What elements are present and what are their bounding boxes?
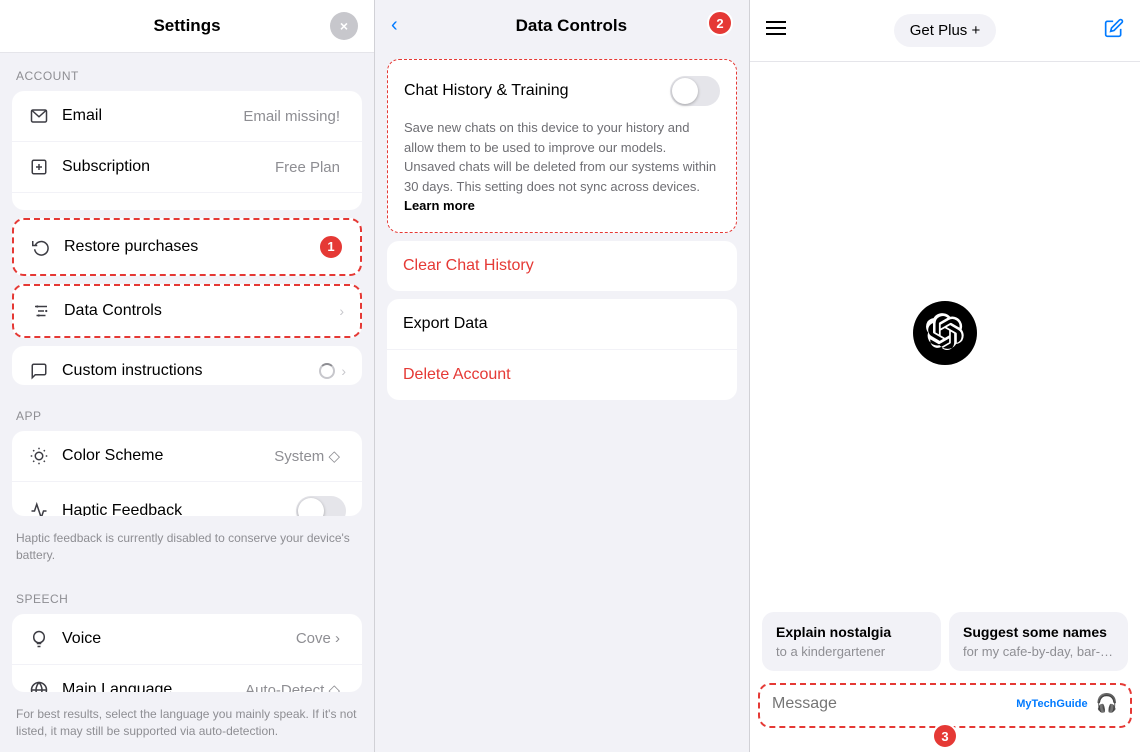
restore-label: Restore purchases (64, 238, 310, 256)
suggestion-1[interactable]: Explain nostalgia to a kindergartener (762, 612, 941, 671)
voice-item[interactable]: Voice Cove › (12, 614, 362, 665)
upgrade-item[interactable]: Upgrade to ChatGPT Plus (12, 193, 362, 210)
email-value: Email missing! (243, 108, 340, 125)
data-controls-label: Data Controls (64, 302, 339, 320)
haptic-icon (28, 500, 50, 516)
badge-3: 3 (932, 723, 958, 749)
chat-history-toggle[interactable] (670, 76, 720, 106)
language-label: Main Language (62, 681, 245, 693)
headphone-icon: 🎧 (1096, 693, 1118, 714)
email-item[interactable]: Email Email missing! (12, 91, 362, 142)
custom-instructions-item[interactable]: Custom instructions › (12, 346, 362, 385)
badge-2: 2 (707, 10, 733, 36)
chat-main (750, 62, 1140, 604)
speech-section-label: SPEECH (0, 576, 374, 614)
clear-chat-button[interactable]: Clear Chat History (387, 241, 737, 291)
account-group: Email Email missing! Subscription Free P… (12, 91, 362, 210)
app-section-label: APP (0, 393, 374, 431)
custom-instructions-icon (28, 360, 50, 382)
chat-history-label: Chat History & Training (404, 82, 569, 100)
custom-instructions-label: Custom instructions (62, 362, 319, 380)
email-label: Email (62, 107, 243, 125)
upgrade-icon (28, 207, 50, 210)
email-icon (28, 105, 50, 127)
color-scheme-item[interactable]: Color Scheme System ◇ (12, 431, 362, 482)
chat-history-section: Chat History & Training Save new chats o… (387, 59, 737, 233)
chat-input-row: MyTechGuide 🎧 (758, 683, 1132, 728)
chat-history-row: Chat History & Training (404, 76, 720, 106)
data-controls-panel: ‹ Data Controls 2 Chat History & Trainin… (375, 0, 750, 752)
watermark: MyTechGuide (1016, 698, 1087, 710)
haptic-toggle[interactable] (296, 496, 346, 516)
chat-input[interactable] (772, 695, 1016, 713)
export-delete-section: Export Data Delete Account (387, 299, 737, 400)
language-value: Auto-Detect ◇ (245, 681, 340, 693)
settings-panel: Settings × ACCOUNT Email Email missing! … (0, 0, 375, 752)
data-controls-chevron: › (339, 303, 344, 319)
haptic-label: Haptic Feedback (62, 502, 296, 516)
badge-1: 1 (318, 234, 344, 260)
chat-panel: Get Plus + Explain nostalgia to a kinder… (750, 0, 1140, 752)
hamburger-icon[interactable] (766, 20, 786, 41)
custom-instructions-group: Custom instructions › (12, 346, 362, 385)
suggestion-2[interactable]: Suggest some names for my cafe-by-day, b… (949, 612, 1128, 671)
clear-chat-section: Clear Chat History (387, 241, 737, 291)
chat-header: Get Plus + (750, 0, 1140, 62)
chatgpt-logo (913, 301, 977, 365)
settings-header: Settings × (0, 0, 374, 53)
settings-title: Settings (153, 16, 220, 36)
restore-icon (30, 236, 52, 258)
back-button[interactable]: ‹ (391, 14, 398, 37)
language-note: For best results, select the language yo… (0, 700, 374, 752)
account-section-label: ACCOUNT (0, 53, 374, 91)
language-icon (28, 679, 50, 693)
loading-spinner (319, 363, 335, 379)
restore-purchases-item[interactable]: Restore purchases 1 (14, 220, 360, 274)
haptic-note: Haptic feedback is currently disabled to… (0, 524, 374, 576)
export-data-button[interactable]: Export Data (387, 299, 737, 350)
data-controls-header: ‹ Data Controls 2 (375, 0, 749, 51)
suggestion-2-title: Suggest some names (963, 624, 1114, 640)
chat-history-toggle-thumb (672, 78, 698, 104)
color-scheme-label: Color Scheme (62, 447, 274, 465)
voice-value: Cove › (296, 630, 340, 647)
subscription-icon (28, 156, 50, 178)
suggestion-2-sub: for my cafe-by-day, bar-by-ni... (963, 644, 1114, 659)
voice-label: Voice (62, 630, 296, 648)
data-controls-icon (30, 300, 52, 322)
get-plus-button[interactable]: Get Plus + (894, 14, 996, 47)
subscription-label: Subscription (62, 158, 275, 176)
data-controls-title: Data Controls (410, 16, 733, 36)
speech-group: Voice Cove › Main Language Auto-Detect ◇ (12, 614, 362, 693)
upgrade-label: Upgrade to ChatGPT Plus (62, 209, 346, 210)
delete-account-button[interactable]: Delete Account (387, 350, 737, 400)
haptic-toggle-thumb (298, 498, 324, 516)
suggestion-1-sub: to a kindergartener (776, 644, 927, 659)
chat-suggestions: Explain nostalgia to a kindergartener Su… (750, 604, 1140, 679)
main-language-item[interactable]: Main Language Auto-Detect ◇ (12, 665, 362, 693)
subscription-item[interactable]: Subscription Free Plan (12, 142, 362, 193)
voice-icon (28, 628, 50, 650)
close-button[interactable]: × (330, 12, 358, 40)
app-group: Color Scheme System ◇ Haptic Feedback (12, 431, 362, 516)
chat-history-description: Save new chats on this device to your hi… (404, 118, 720, 216)
color-scheme-icon (28, 445, 50, 467)
edit-icon[interactable] (1104, 18, 1124, 43)
learn-more-link[interactable]: Learn more (404, 198, 475, 213)
color-scheme-value: System ◇ (274, 447, 340, 465)
data-controls-item[interactable]: Data Controls › (14, 286, 360, 336)
suggestion-1-title: Explain nostalgia (776, 624, 927, 640)
subscription-value: Free Plan (275, 159, 340, 176)
custom-instructions-chevron: › (341, 363, 346, 379)
haptic-feedback-item[interactable]: Haptic Feedback (12, 482, 362, 516)
